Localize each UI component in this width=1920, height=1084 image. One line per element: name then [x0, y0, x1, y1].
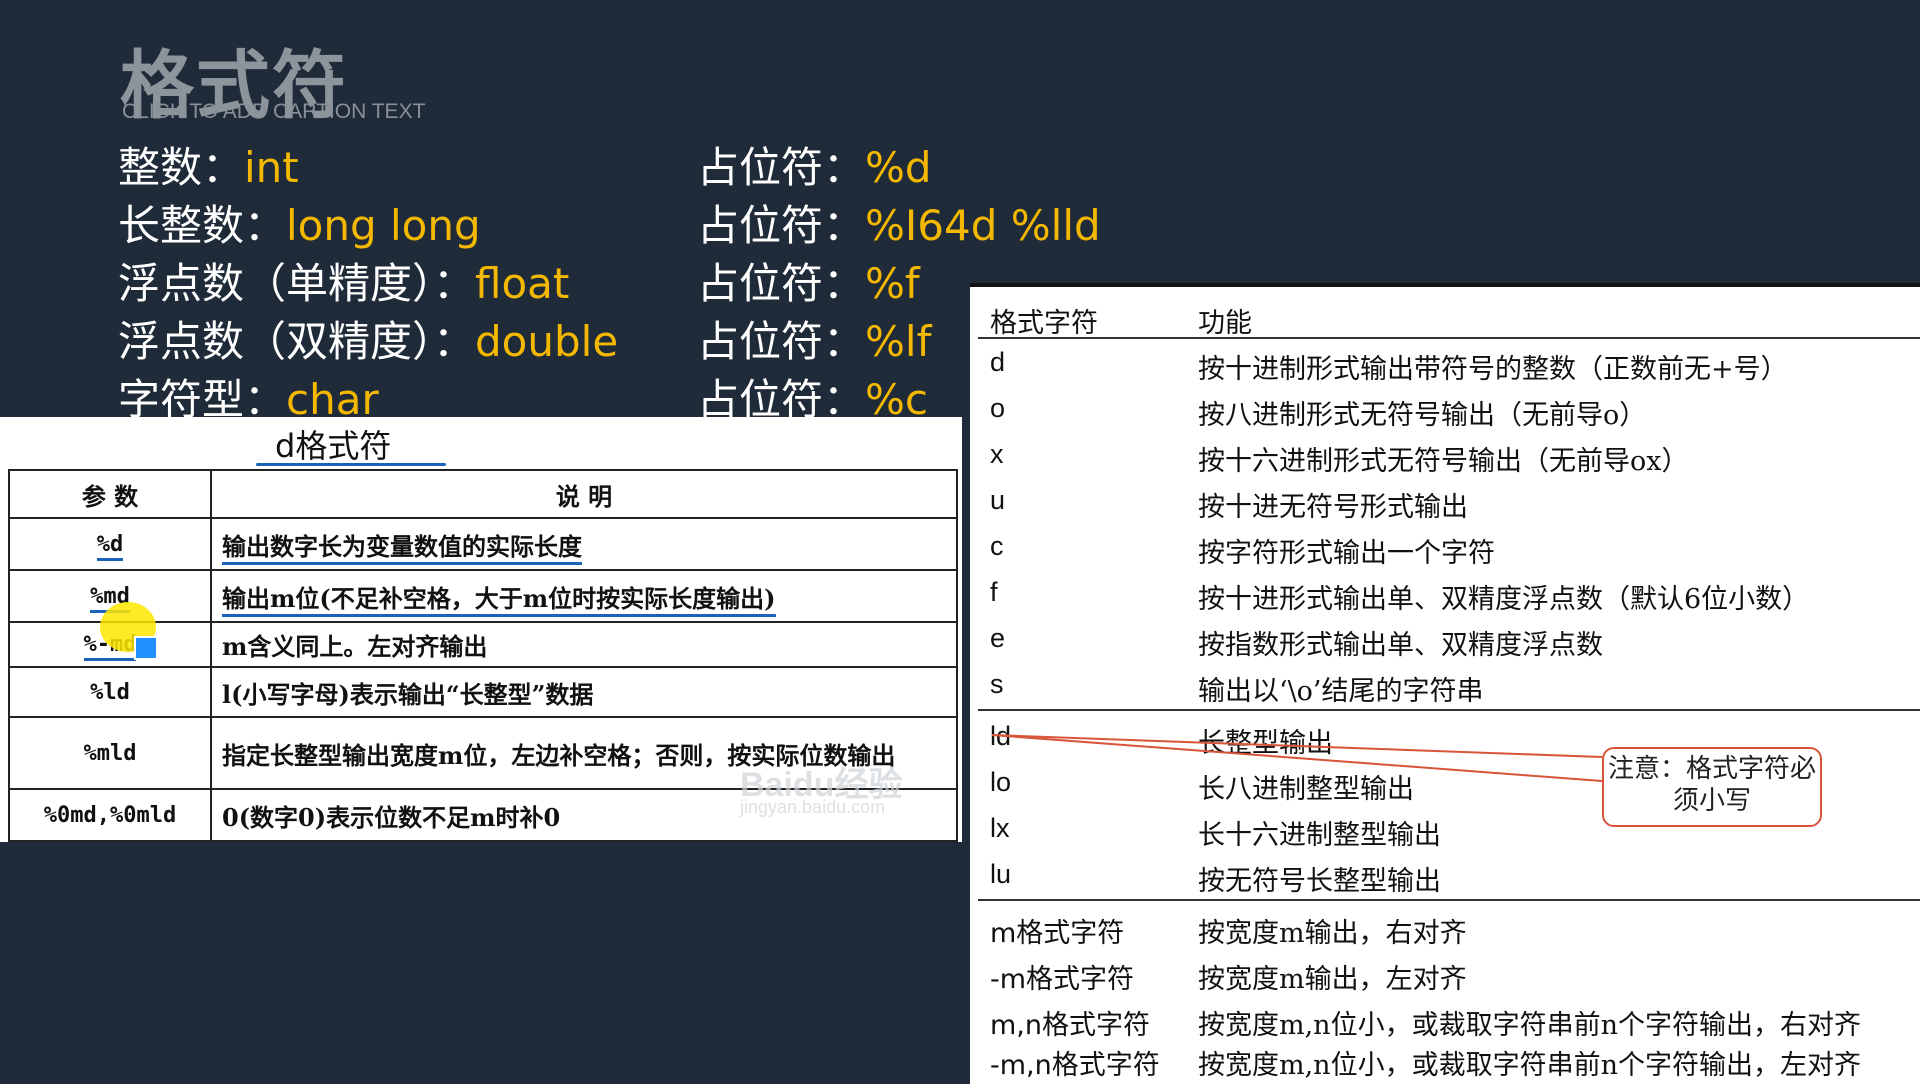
table-row: o 按八进制形式无符号输出（无前导o） — [970, 387, 1920, 433]
type-row-longlong: 长整数：long long 占位符：%I64d %lld — [0, 192, 1920, 250]
placeholder-label: 占位符： — [697, 201, 866, 250]
format-func: 按宽度m输出，左对齐 — [1198, 964, 1467, 995]
format-func: 按宽度m,n位小，或裁取字符串前n个字符输出，左对齐 — [1198, 1050, 1861, 1081]
type-value: int — [244, 143, 299, 192]
format-char: lu — [990, 859, 1012, 889]
lowercase-note-callout: 注意：格式字符必须小写 — [1602, 747, 1822, 827]
d-format-table-image: d格式符 参 数 说 明 %d 输出数字长为变量数值的实际长度 %md 输出m位… — [0, 417, 962, 842]
type-label: 长整数： — [118, 201, 287, 250]
table-row: e 按指数形式输出单、双精度浮点数 — [970, 617, 1920, 663]
table-row: s 输出以‘\o’结尾的字符串 — [970, 663, 1920, 709]
placeholder-label: 占位符： — [697, 317, 866, 366]
table-row: %d 输出数字长为变量数值的实际长度 — [8, 517, 958, 571]
format-func: 长八进制整型输出 — [1198, 774, 1414, 805]
table-header-row: 参 数 说 明 — [8, 469, 958, 519]
format-func: 按十进无符号形式输出 — [1198, 492, 1468, 523]
column-header-desc: 说 明 — [210, 469, 958, 519]
placeholder-value: %d — [865, 143, 932, 192]
desc-cell: 输出数字长为变量数值的实际长度 — [222, 531, 582, 565]
format-func: 按指数形式输出单、双精度浮点数 — [1198, 630, 1603, 661]
type-value: float — [475, 259, 570, 308]
type-label: 浮点数（双精度）： — [118, 317, 476, 366]
format-char: o — [990, 393, 1006, 423]
format-char: c — [990, 531, 1004, 561]
column-header-func: 功能 — [1198, 308, 1252, 339]
placeholder-value: %f — [865, 259, 920, 308]
format-char-table: 格式字符 功能 d 按十进制形式输出带符号的整数（正数前无+号） o 按八进制形式无… — [970, 283, 1920, 1084]
desc-cell: m含义同上。左对齐输出 — [222, 632, 488, 661]
type-value: long long — [286, 201, 481, 250]
format-char: -m格式字符 — [990, 964, 1135, 995]
format-func: 长十六进制整型输出 — [1198, 820, 1441, 851]
table-row: m格式字符 按宽度m输出，右对齐 — [970, 905, 1920, 951]
format-char: f — [990, 577, 998, 607]
placeholder-label: 占位符： — [697, 143, 866, 192]
table-row: -m,n格式字符 按宽度m,n位小，或裁取字符串前n个字符输出，左对齐 — [970, 1037, 1920, 1083]
format-char: x — [990, 439, 1004, 469]
column-header-param: 参 数 — [8, 469, 212, 519]
format-char: lx — [990, 813, 1010, 843]
format-char: d — [990, 347, 1006, 377]
d-table-title: d格式符 — [275, 427, 392, 465]
format-func: 按字符形式输出一个字符 — [1198, 538, 1495, 569]
format-char: ld — [990, 721, 1012, 751]
placeholder-value: %lf — [865, 317, 932, 366]
type-value: double — [475, 317, 619, 366]
divider — [978, 709, 1920, 711]
format-func: 按十六进制形式无符号输出（无前导ox） — [1198, 446, 1689, 477]
param-cell: %0md,%0mld — [8, 788, 212, 842]
table-row: c 按字符形式输出一个字符 — [970, 525, 1920, 571]
format-func: 按八进制形式无符号输出（无前导o） — [1198, 400, 1647, 431]
placeholder-label: 占位符： — [697, 259, 866, 308]
desc-cell: 输出m位(不足补空格，大于m位时按实际长度输出) — [222, 583, 776, 617]
table-row: d 按十进制形式输出带符号的整数（正数前无+号） — [970, 341, 1920, 387]
table-row: %ld l(小写字母)表示输出“长整型”数据 — [8, 666, 958, 718]
type-label: 浮点数（单精度）： — [118, 259, 476, 308]
placeholder-value: %I64d %lld — [865, 201, 1101, 250]
param-cell: %mld — [8, 716, 212, 790]
table-row: -m格式字符 按宽度m输出，左对齐 — [970, 951, 1920, 997]
annotation-underline — [256, 463, 446, 466]
type-row-int: 整数：int 占位符：%d — [0, 134, 1920, 192]
table-row: f 按十进形式输出单、双精度浮点数（默认6位小数） — [970, 571, 1920, 617]
format-char: u — [990, 485, 1006, 515]
format-func: 按宽度m输出，右对齐 — [1198, 918, 1467, 949]
param-cell: %ld — [8, 666, 212, 718]
divider — [978, 337, 1920, 339]
format-func: 输出以‘\o’结尾的字符串 — [1198, 676, 1484, 707]
column-header-char: 格式字符 — [990, 308, 1098, 339]
format-func: 长整型输出 — [1198, 728, 1333, 759]
format-func: 按十进制形式输出带符号的整数（正数前无+号） — [1198, 354, 1788, 385]
format-char: s — [990, 669, 1004, 699]
table-row: lu 按无符号长整型输出 — [970, 853, 1920, 899]
desc-cell: l(小写字母)表示输出“长整型”数据 — [210, 666, 958, 718]
format-char: m格式字符 — [990, 918, 1125, 949]
param-cell: %d — [96, 531, 124, 561]
format-char: e — [990, 623, 1006, 653]
format-func: 按十进形式输出单、双精度浮点数（默认6位小数） — [1198, 584, 1810, 615]
format-char: lo — [990, 767, 1012, 797]
divider — [978, 899, 1920, 901]
table-header-row: 格式字符 功能 — [970, 295, 1920, 341]
slide-caption[interactable]: CLICK TO ADD CAPTION TEXT — [122, 100, 425, 124]
cursor-icon — [134, 636, 158, 660]
format-char: -m,n格式字符 — [990, 1050, 1160, 1081]
type-label: 整数： — [118, 143, 245, 192]
format-func: 按无符号长整型输出 — [1198, 866, 1441, 897]
watermark-url: jingyan.baidu.com — [740, 797, 886, 817]
table-row: u 按十进无符号形式输出 — [970, 479, 1920, 525]
table-row: x 按十六进制形式无符号输出（无前导ox） — [970, 433, 1920, 479]
